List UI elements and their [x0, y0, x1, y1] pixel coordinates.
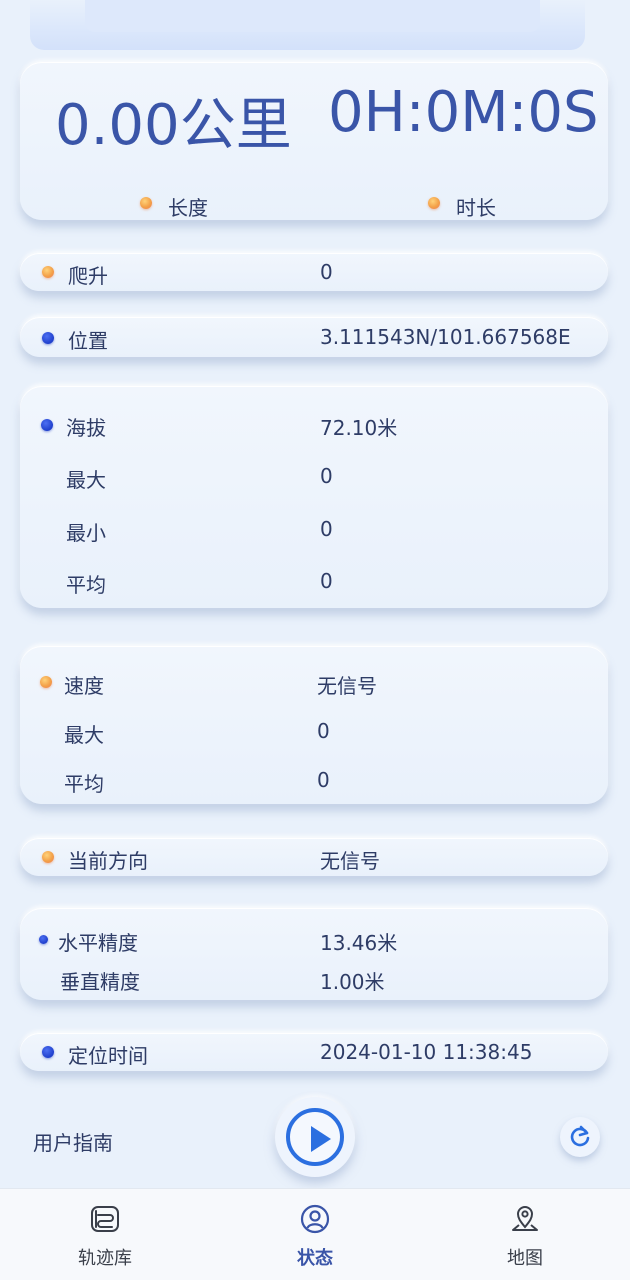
- altitude-min-label: 最小: [66, 521, 106, 545]
- fix-time-row: 定位时间 2024-01-10 11:38:45: [20, 1033, 608, 1071]
- climb-value: 0: [320, 260, 333, 284]
- distance-value: 0.00公里: [55, 93, 292, 158]
- reset-button[interactable]: [560, 1117, 600, 1157]
- tab-status[interactable]: 状态: [210, 1189, 420, 1280]
- duration-label: 时长: [456, 196, 496, 220]
- speed-max-label: 最大: [64, 723, 104, 747]
- position-row: 位置 3.111543N/101.667568E: [20, 317, 608, 357]
- climb-row: 爬升 0: [20, 253, 608, 291]
- altitude-min-value: 0: [320, 517, 333, 541]
- refresh-icon: [570, 1125, 590, 1147]
- speed-avg-value: 0: [317, 768, 330, 792]
- bottom-tab-bar: 轨迹库 状态 地图: [0, 1188, 630, 1280]
- fix-time-label: 定位时间: [68, 1044, 148, 1068]
- distance-label: 长度: [168, 196, 208, 220]
- speed-value: 无信号: [317, 674, 377, 698]
- tab-map[interactable]: 地图: [420, 1189, 630, 1280]
- heading-value: 无信号: [320, 849, 380, 873]
- track-library-icon: [91, 1206, 119, 1232]
- play-icon: [286, 1108, 344, 1166]
- climb-label: 爬升: [68, 264, 108, 288]
- speed-dot-icon: [40, 676, 52, 688]
- tab-status-label: 状态: [297, 1248, 333, 1269]
- fix-time-value: 2024-01-10 11:38:45: [320, 1040, 533, 1064]
- position-label: 位置: [68, 329, 108, 353]
- user-guide-link[interactable]: 用户指南: [33, 1127, 113, 1156]
- altitude-max-value: 0: [320, 464, 333, 488]
- vertical-accuracy-label: 垂直精度: [60, 970, 140, 994]
- altitude-label: 海拔: [66, 416, 106, 440]
- climb-dot-icon: [42, 266, 54, 278]
- vertical-accuracy-value: 1.00米: [320, 970, 385, 994]
- position-value: 3.111543N/101.667568E: [320, 325, 571, 349]
- tab-track-library[interactable]: 轨迹库: [0, 1189, 210, 1280]
- tab-track-library-label: 轨迹库: [78, 1248, 132, 1269]
- horizontal-accuracy-label: 水平精度: [58, 931, 138, 955]
- duration-value: 0H:0M:0S: [328, 80, 599, 145]
- altitude-avg-value: 0: [320, 569, 333, 593]
- altitude-dot-icon: [41, 419, 53, 431]
- accuracy-dot-icon: [39, 935, 48, 944]
- heading-row: 当前方向 无信号: [20, 838, 608, 876]
- top-decoration: [30, 0, 585, 50]
- altitude-avg-label: 平均: [66, 573, 106, 597]
- speed-label: 速度: [64, 674, 104, 698]
- altitude-card: 海拔 72.10米 最大 0 最小 0 平均 0: [20, 386, 608, 608]
- horizontal-accuracy-value: 13.46米: [320, 931, 398, 955]
- duration-dot-icon: [428, 197, 440, 209]
- distance-dot-icon: [140, 197, 152, 209]
- heading-dot-icon: [42, 851, 54, 863]
- accuracy-card: 水平精度 13.46米 垂直精度 1.00米: [20, 908, 608, 1000]
- tab-map-label: 地图: [507, 1248, 543, 1269]
- fix-time-dot-icon: [42, 1046, 54, 1058]
- user-circle-icon: [300, 1204, 330, 1234]
- position-dot-icon: [42, 332, 54, 344]
- map-pin-icon: [512, 1206, 538, 1231]
- speed-max-value: 0: [317, 719, 330, 743]
- play-button[interactable]: [275, 1097, 355, 1177]
- heading-label: 当前方向: [68, 849, 148, 873]
- summary-card: 0.00公里 0H:0M:0S 长度 时长: [20, 62, 608, 220]
- altitude-max-label: 最大: [66, 468, 106, 492]
- altitude-value: 72.10米: [320, 416, 398, 440]
- speed-avg-label: 平均: [64, 772, 104, 796]
- speed-card: 速度 无信号 最大 0 平均 0: [20, 646, 608, 804]
